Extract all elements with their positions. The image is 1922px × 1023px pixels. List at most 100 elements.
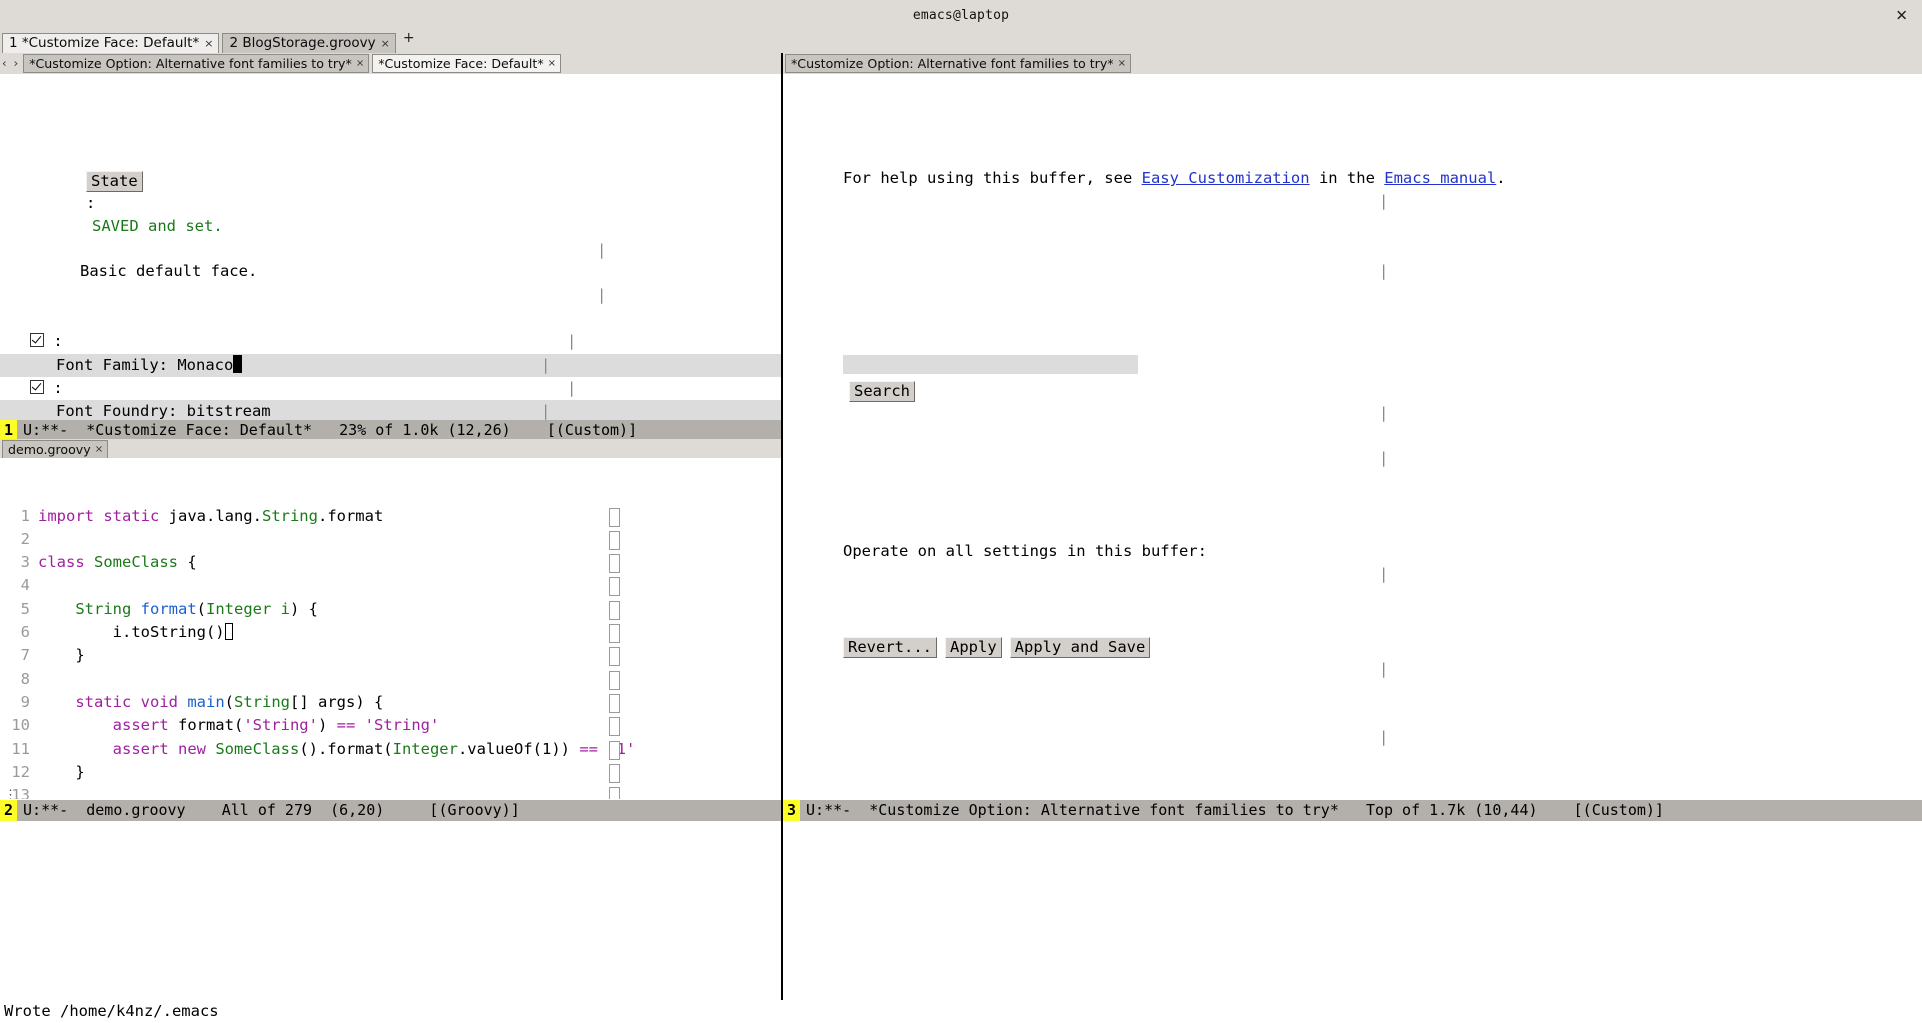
fringe-indicator [609, 577, 620, 597]
blank-row: | [783, 237, 1922, 280]
code-token: String [261, 506, 318, 525]
code-token: static [103, 506, 169, 525]
buffer-tab-1[interactable]: *Customize Option: Alternative font fami… [23, 53, 370, 74]
wrap-indicator: | [1379, 728, 1389, 747]
attribute-value[interactable]: bitstream [187, 402, 271, 420]
echo-area: Wrote /home/k4nz/.emacs [0, 1000, 1922, 1023]
code-line[interactable]: 6 i.toString() [0, 621, 781, 644]
window-titlebar: emacs@laptop ✕ [0, 0, 1922, 32]
wrap-indicator: | [1379, 403, 1389, 422]
fringe-indicator [609, 670, 620, 690]
code-token: new [177, 739, 216, 758]
search-row: Search | [783, 330, 1922, 422]
help-text-post: . [1496, 169, 1506, 188]
buffer-tab-2[interactable]: *Customize Face: Default* × [372, 53, 562, 74]
code-token: ().format( [299, 739, 393, 758]
code-line[interactable]: 5 String format(Integer i) { [0, 598, 781, 621]
close-icon[interactable]: × [204, 32, 213, 55]
left-window-filler [0, 821, 781, 1000]
line-number: 12 [11, 762, 30, 781]
search-button[interactable]: Search [849, 380, 915, 402]
fringe-indicator [609, 647, 620, 667]
new-tab-icon[interactable]: + [403, 27, 415, 50]
code-line[interactable]: 11 assert new SomeClass().format(Integer… [0, 738, 781, 761]
attribute-colon: : [44, 378, 63, 397]
state-button[interactable]: State [86, 171, 143, 193]
fringe-indicator [609, 624, 620, 644]
code-token: java.lang. [168, 506, 262, 525]
code-line[interactable]: 8 [0, 668, 781, 691]
code-token: == [336, 716, 356, 735]
frame-tab-1[interactable]: 1 *Customize Face: Default* × [2, 32, 220, 55]
close-icon[interactable]: × [1118, 53, 1126, 74]
code-window-tabline: demo.groovy × [0, 439, 781, 460]
code-token: ( [196, 599, 206, 618]
code-token: SomeClass [215, 739, 300, 758]
operate-label: Operate on all settings in this buffer: [843, 541, 1207, 560]
attribute-checkbox[interactable] [30, 333, 44, 348]
code-line[interactable]: 1 import static java.lang.String.format [0, 505, 781, 528]
close-icon[interactable]: × [356, 53, 364, 74]
line-number: 4 [20, 576, 30, 595]
code-line[interactable]: 7 } [0, 644, 781, 667]
buffer-tab-1[interactable]: *Customize Option: Alternative font fami… [785, 54, 1131, 73]
wrap-indicator: | [1379, 262, 1389, 281]
wrap-indicator: | [597, 285, 607, 304]
code-token: [] args) { [290, 692, 384, 711]
buffer-tab-label: *Customize Option: Alternative font fami… [29, 55, 352, 71]
code-token: )) [551, 739, 580, 758]
right-window-modeline: 3 U:**- *Customize Option: Alternative f… [783, 800, 1922, 821]
attribute-checkbox[interactable] [30, 379, 44, 394]
buffer-tab-1[interactable]: demo.groovy × [2, 439, 109, 460]
operate-button-2[interactable]: Apply [945, 637, 1002, 659]
fringe-indicator [609, 693, 620, 713]
tabline-next-icon[interactable]: › [12, 53, 24, 74]
code-token: } [38, 646, 85, 665]
face-description: Basic default face. | [0, 237, 781, 303]
fringe-indicator [609, 554, 620, 574]
line-number: 5 [20, 599, 30, 618]
close-icon[interactable]: × [95, 439, 103, 460]
code-token: ) { [290, 599, 319, 618]
code-line[interactable]: 4 [0, 574, 781, 597]
code-line[interactable]: 13 [0, 784, 781, 799]
operate-buttons-row: Revert... Apply Apply and Save | [783, 610, 1922, 678]
code-line[interactable]: 2 [0, 528, 781, 551]
blank-row: | [783, 423, 1922, 467]
code-token: format( [177, 716, 244, 735]
operate-label-row: Operate on all settings in this buffer: … [783, 517, 1922, 583]
code-window-modeline: 2 U:**- demo.groovy All of 279 (6,20) [(… [0, 800, 781, 821]
code-line[interactable]: 3 class SomeClass { [0, 551, 781, 574]
easy-customization-link[interactable]: Easy Customization [1142, 169, 1310, 187]
code-line[interactable]: 12 } [0, 761, 781, 784]
frame-tab-bar: 1 *Customize Face: Default* × 2 BlogStorag… [0, 30, 1922, 55]
attribute-toggle-row: :| [0, 377, 781, 400]
close-icon[interactable]: × [381, 32, 390, 55]
search-input[interactable] [843, 354, 1138, 374]
code-line[interactable]: 9 static void main(String[] args) { [0, 691, 781, 714]
code-token: 'String' [243, 716, 318, 735]
code-line[interactable]: 10 assert format('String') == 'String' [0, 714, 781, 737]
modeline-text: U:**- *Customize Option: Alternative fon… [806, 800, 1664, 819]
close-icon[interactable]: × [548, 53, 556, 74]
operate-button-1[interactable]: Revert... [843, 637, 937, 659]
close-icon[interactable]: ✕ [1895, 8, 1908, 23]
attribute-value[interactable]: Monaco [177, 356, 233, 374]
state-colon: : [86, 194, 96, 213]
buffer-tab-label: demo.groovy [8, 441, 91, 457]
tabline-prev-icon[interactable]: ‹ [0, 53, 12, 74]
frame-tab-2[interactable]: 2 BlogStorage.groovy × [222, 32, 396, 55]
wrap-indicator: | [567, 332, 577, 351]
line-number: 9 [20, 692, 30, 711]
emacs-manual-link[interactable]: Emacs manual [1384, 169, 1496, 187]
modeline-text: U:**- *Customize Face: Default* 23% of 1… [23, 420, 638, 439]
code-token: 1 [541, 739, 552, 758]
face-description-text: Basic default face. [80, 262, 258, 281]
wrap-indicator: | [567, 378, 577, 397]
state-value: SAVED and set. [92, 217, 223, 236]
code-token: class [38, 553, 94, 572]
code-token: { [178, 553, 197, 572]
operate-button-3[interactable]: Apply and Save [1009, 637, 1151, 659]
